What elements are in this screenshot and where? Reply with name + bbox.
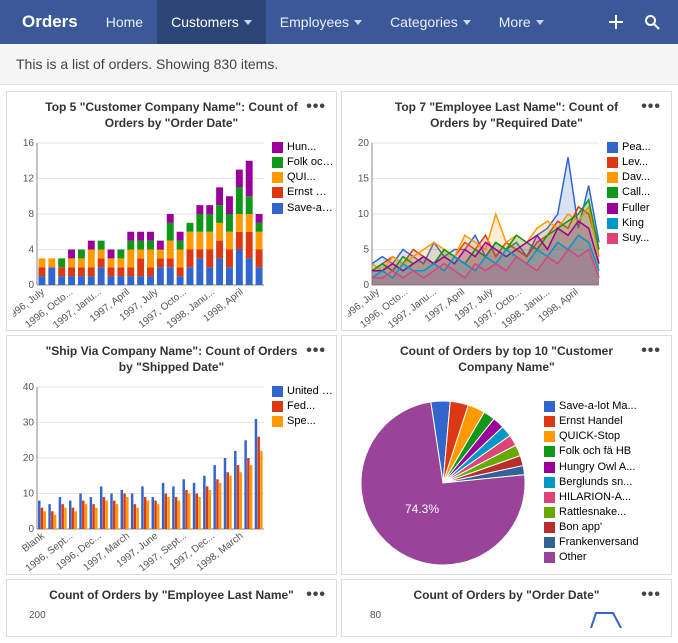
- panel-title: Top 5 "Customer Company Name": Count of …: [7, 92, 336, 137]
- app-title: Orders: [8, 12, 92, 32]
- chart-legend: United Pac... Fed... Spe...: [268, 381, 334, 575]
- legend-item[interactable]: Save-a-lot Ma...: [544, 400, 658, 412]
- nav-menu: Home Customers Employees Categories More: [92, 0, 558, 44]
- chart-legend: Save-a-lot Ma... Ernst Handel QUICK-Stop Fo…: [538, 400, 658, 566]
- svg-text:0: 0: [363, 280, 369, 291]
- legend-item[interactable]: QUICK-Stop: [544, 430, 658, 442]
- svg-text:8: 8: [28, 209, 34, 220]
- svg-text:40: 40: [23, 382, 35, 393]
- legend-item[interactable]: Spe...: [272, 415, 334, 427]
- legend-item[interactable]: Frankenversand: [544, 536, 658, 548]
- svg-text:20: 20: [358, 138, 370, 149]
- add-button[interactable]: [598, 4, 634, 40]
- panel-title: Count of Orders by top 10 "Customer Comp…: [342, 336, 671, 381]
- svg-text:4: 4: [28, 245, 34, 256]
- legend-item[interactable]: Fed...: [272, 400, 334, 412]
- panel-pie-customers: ••• Count of Orders by top 10 "Customer …: [341, 335, 672, 575]
- panel-top7-employee: ••• Top 7 "Employee Last Name": Count of…: [341, 91, 672, 331]
- chart-legend: Hun... Folk och fä HB QUI... Ernst Han... Sa…: [268, 137, 334, 331]
- legend-item[interactable]: Dav...: [607, 171, 665, 183]
- chevron-down-icon: [463, 20, 471, 25]
- legend-item[interactable]: Rattlesnake...: [544, 506, 658, 518]
- legend-item[interactable]: Suy...: [607, 232, 665, 244]
- panel-menu-icon[interactable]: •••: [306, 586, 326, 604]
- svg-text:10: 10: [358, 209, 370, 220]
- chevron-down-icon: [354, 20, 362, 25]
- legend-item[interactable]: Folk och fä HB: [544, 445, 658, 457]
- legend-item[interactable]: Lev...: [607, 156, 665, 168]
- legend-item[interactable]: Save-a-lot Mar...: [272, 202, 334, 214]
- chart-grouped-bar[interactable]: 010203040Blank1996, Sept...1996, Dec...1…: [13, 381, 268, 575]
- legend-item[interactable]: Pea...: [607, 141, 665, 153]
- search-button[interactable]: [634, 4, 670, 40]
- svg-text:74.3%: 74.3%: [405, 502, 439, 516]
- svg-text:10: 10: [23, 489, 35, 500]
- svg-text:0: 0: [28, 280, 34, 291]
- legend-item[interactable]: HILARION-A...: [544, 491, 658, 503]
- panel-menu-icon[interactable]: •••: [641, 586, 661, 604]
- nav-customers[interactable]: Customers: [157, 0, 266, 44]
- panel-menu-icon[interactable]: •••: [306, 342, 326, 360]
- legend-item[interactable]: Ernst Han...: [272, 186, 334, 198]
- chevron-down-icon: [244, 20, 252, 25]
- y-tick: 80: [342, 610, 381, 628]
- svg-text:16: 16: [23, 138, 35, 149]
- panel-title: "Ship Via Company Name": Count of Orders…: [7, 336, 336, 381]
- chart-pie[interactable]: 74.3%: [348, 388, 538, 575]
- nav-categories[interactable]: Categories: [376, 0, 485, 44]
- legend-item[interactable]: Hungry Owl A...: [544, 461, 658, 473]
- y-tick: 200: [7, 610, 336, 621]
- legend-item[interactable]: Hun...: [272, 141, 334, 153]
- dashboard: ••• Top 5 "Customer Company Name": Count…: [0, 85, 678, 643]
- svg-text:12: 12: [23, 174, 35, 185]
- top-navbar: Orders Home Customers Employees Categori…: [0, 0, 678, 44]
- legend-item[interactable]: Ernst Handel: [544, 415, 658, 427]
- svg-text:5: 5: [363, 245, 369, 256]
- legend-item[interactable]: Berglunds sn...: [544, 476, 658, 488]
- legend-item[interactable]: Fuller: [607, 202, 665, 214]
- legend-item[interactable]: King: [607, 217, 665, 229]
- svg-text:0: 0: [28, 524, 34, 535]
- legend-item[interactable]: Call...: [607, 186, 665, 198]
- chart-stacked-bar[interactable]: 04812161996, July1996, Octo...1997, Janu…: [13, 137, 268, 331]
- chevron-down-icon: [536, 20, 544, 25]
- panel-menu-icon[interactable]: •••: [306, 98, 326, 116]
- chart-legend: Pea... Lev... Dav... Call... Fuller King Suy..…: [603, 137, 665, 331]
- legend-item[interactable]: Other: [544, 551, 658, 563]
- panel-shipvia: ••• "Ship Via Company Name": Count of Or…: [6, 335, 337, 575]
- legend-item[interactable]: Folk och fä HB: [272, 156, 334, 168]
- svg-text:20: 20: [23, 453, 35, 464]
- nav-more[interactable]: More: [485, 0, 558, 44]
- panel-menu-icon[interactable]: •••: [641, 98, 661, 116]
- panel-top5-customer: ••• Top 5 "Customer Company Name": Count…: [6, 91, 337, 331]
- nav-home[interactable]: Home: [92, 0, 157, 44]
- nav-employees[interactable]: Employees: [266, 0, 376, 44]
- panel-orders-by-date: ••• Count of Orders by "Order Date" 80: [341, 579, 672, 637]
- panel-title: Count of Orders by "Order Date": [342, 580, 671, 610]
- svg-text:15: 15: [358, 174, 370, 185]
- legend-item[interactable]: United Pac...: [272, 385, 334, 397]
- list-summary: This is a list of orders. Showing 830 it…: [0, 44, 678, 85]
- chart-area[interactable]: 051015201996, July1996, Octo...1997, Jan…: [348, 137, 603, 331]
- legend-item[interactable]: QUI...: [272, 171, 334, 183]
- panel-menu-icon[interactable]: •••: [641, 342, 661, 360]
- panel-title: Count of Orders by "Employee Last Name": [7, 580, 336, 610]
- legend-item[interactable]: Bon app': [544, 521, 658, 533]
- panel-orders-by-employee: ••• Count of Orders by "Employee Last Na…: [6, 579, 337, 637]
- panel-title: Top 7 "Employee Last Name": Count of Ord…: [342, 92, 671, 137]
- svg-text:30: 30: [23, 418, 35, 429]
